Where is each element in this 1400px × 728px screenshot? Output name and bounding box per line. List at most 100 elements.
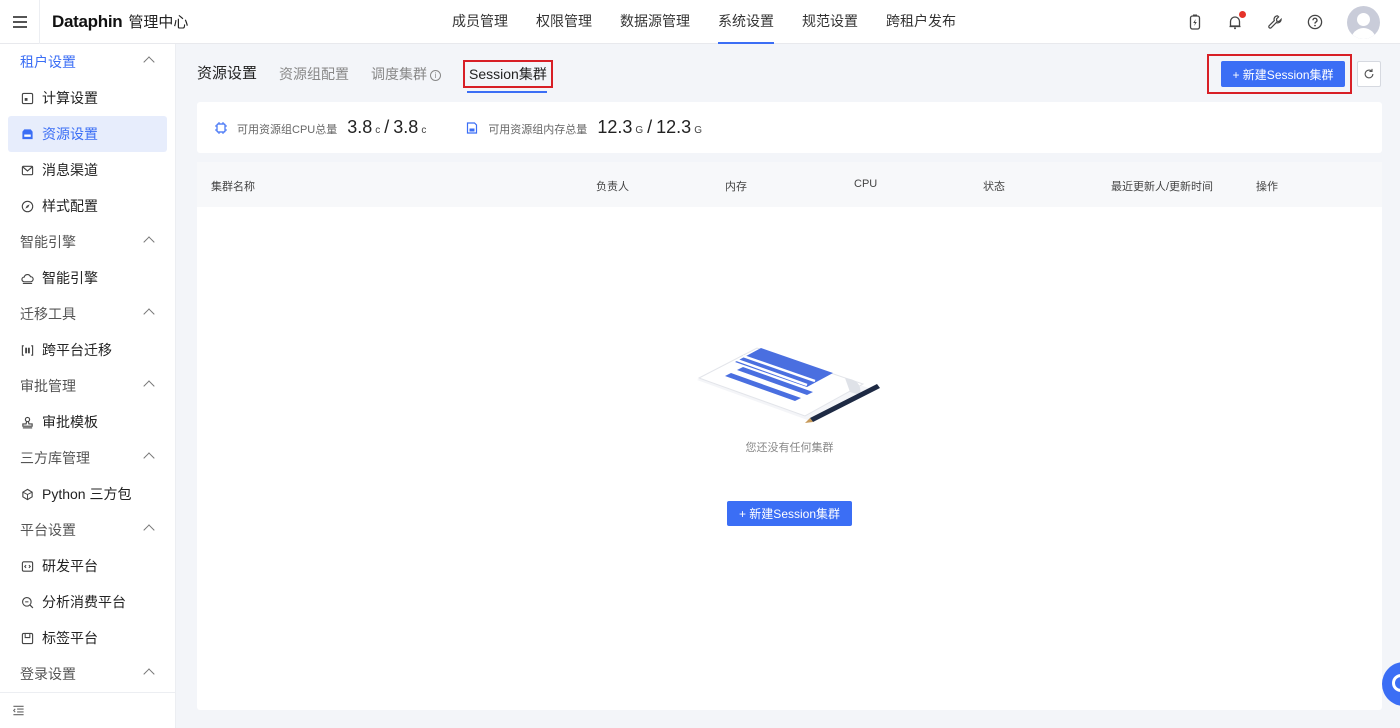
- bell-icon[interactable]: [1227, 11, 1246, 30]
- migrate-icon: [20, 343, 34, 357]
- cpu-label: 可用资源组CPU总量: [237, 124, 338, 136]
- tab-schedule-cluster[interactable]: 调度集群 i: [371, 58, 442, 92]
- memory-unit: G: [635, 125, 644, 136]
- sidebar-item-compute[interactable]: 计算设置: [8, 80, 167, 116]
- code-icon: [20, 559, 34, 573]
- mail-icon: [20, 163, 34, 177]
- tab-resource-settings[interactable]: 资源设置: [197, 58, 257, 92]
- col-status: 状态: [983, 181, 1005, 193]
- empty-state-text: 您还没有任何集群: [745, 442, 834, 454]
- sidebar-group-platform[interactable]: 平台设置: [0, 512, 175, 548]
- battery-bolt-icon[interactable]: [1187, 14, 1203, 30]
- collapse-sidebar-icon: [12, 705, 24, 716]
- sidebar-group-migration[interactable]: 迁移工具: [0, 296, 175, 332]
- nav-cross-tenant[interactable]: 跨租户发布: [886, 0, 956, 44]
- tab-resource-group-config[interactable]: 资源组配置: [279, 58, 349, 92]
- cpu-unit: c: [375, 125, 381, 136]
- header-tools: [1187, 0, 1400, 44]
- sidebar-item-label: Python 三方包: [42, 486, 132, 502]
- sidebar-item-label: 计算设置: [42, 90, 98, 106]
- sidebar-collapse[interactable]: [0, 692, 176, 728]
- group-label: 智能引擎: [20, 234, 76, 250]
- group-label: 三方库管理: [20, 450, 90, 466]
- memory-available: 12.3: [597, 117, 633, 137]
- memory-label: 可用资源组内存总量: [488, 124, 588, 136]
- sidebar: 租户设置 计算设置 资源设置 消息渠道 样式配置 智能引擎 智能引擎 迁移工具 …: [0, 44, 176, 728]
- chevron-up-icon: [143, 308, 155, 320]
- session-cluster-table: 集群名称 负责人 内存 CPU 状态 最近更新人/更新时间 操作 您还没有任何集…: [197, 162, 1382, 710]
- sidebar-group-engine[interactable]: 智能引擎: [0, 224, 175, 260]
- analysis-icon: [20, 595, 34, 609]
- top-bar: Dataphin 管理中心 成员管理 权限管理 数据源管理 系统设置 规范设置 …: [0, 0, 1400, 44]
- top-nav: 成员管理 权限管理 数据源管理 系统设置 规范设置 跨租户发布: [452, 0, 984, 44]
- col-cluster-name: 集群名称: [211, 181, 255, 193]
- nav-system-settings[interactable]: 系统设置: [718, 0, 774, 44]
- sidebar-item-python[interactable]: Python 三方包: [8, 476, 167, 512]
- notification-dot: [1239, 11, 1246, 18]
- new-session-cluster-button[interactable]: + 新建Session集群: [1221, 61, 1345, 87]
- chevron-up-icon: [143, 524, 155, 536]
- chevron-up-icon: [143, 236, 155, 248]
- floating-help-icon[interactable]: [1382, 662, 1400, 706]
- menu-icon[interactable]: [0, 0, 40, 44]
- sidebar-item-approval-template[interactable]: 审批模板: [8, 404, 167, 440]
- cpu-total: 3.8: [393, 117, 419, 137]
- compass-icon: [20, 199, 34, 213]
- memory-unit: G: [694, 125, 702, 136]
- col-last-updated: 最近更新人/更新时间: [1111, 181, 1214, 193]
- info-icon: i: [430, 70, 442, 81]
- sidebar-item-analysis-platform[interactable]: 分析消费平台: [8, 584, 167, 620]
- sidebar-item-message[interactable]: 消息渠道: [8, 152, 167, 188]
- col-owner: 负责人: [596, 181, 629, 193]
- cloud-icon: [20, 271, 34, 285]
- logo: Dataphin: [52, 11, 123, 31]
- nav-permissions[interactable]: 权限管理: [536, 0, 592, 44]
- sidebar-group-login[interactable]: 登录设置: [0, 656, 175, 692]
- sidebar-item-dev-platform[interactable]: 研发平台: [8, 548, 167, 584]
- tag-icon: [20, 631, 34, 645]
- resource-icon: [20, 127, 34, 141]
- stamp-icon: [20, 415, 34, 429]
- cpu-stat: 可用资源组CPU总量 3.8 c / 3.8 c: [215, 117, 430, 138]
- nav-datasource[interactable]: 数据源管理: [620, 0, 690, 44]
- refresh-icon: [1364, 68, 1374, 79]
- help-icon[interactable]: [1307, 14, 1323, 30]
- memory-icon: [467, 122, 478, 134]
- sidebar-item-label: 分析消费平台: [42, 594, 126, 610]
- nav-standards[interactable]: 规范设置: [802, 0, 858, 44]
- refresh-button[interactable]: [1357, 61, 1381, 87]
- nav-members[interactable]: 成员管理: [452, 0, 508, 44]
- cpu-unit: c: [421, 125, 427, 136]
- table-header: 集群名称 负责人 内存 CPU 状态 最近更新人/更新时间 操作: [197, 162, 1382, 207]
- sidebar-group-tenant[interactable]: 租户设置: [0, 44, 175, 80]
- col-actions: 操作: [1256, 181, 1278, 193]
- brand[interactable]: Dataphin 管理中心: [52, 11, 188, 32]
- resource-stats: 可用资源组CPU总量 3.8 c / 3.8 c 可用资源组内存总量 12.3 …: [197, 102, 1382, 153]
- sidebar-group-thirdparty[interactable]: 三方库管理: [0, 440, 175, 476]
- sidebar-item-label: 跨平台迁移: [42, 342, 112, 358]
- sidebar-item-resource[interactable]: 资源设置: [8, 116, 167, 152]
- sidebar-item-label: 消息渠道: [42, 162, 98, 178]
- memory-stat: 可用资源组内存总量 12.3 G / 12.3 G: [466, 117, 706, 138]
- sidebar-item-style[interactable]: 样式配置: [8, 188, 167, 224]
- group-label: 迁移工具: [20, 306, 76, 322]
- chevron-up-icon: [143, 668, 155, 680]
- col-memory: 内存: [725, 181, 747, 193]
- cpu-available: 3.8: [347, 117, 373, 137]
- wrench-icon[interactable]: [1267, 14, 1283, 30]
- sidebar-item-tag-platform[interactable]: 标签平台: [8, 620, 167, 656]
- calc-icon: [20, 91, 34, 105]
- tab-label: 调度集群: [371, 66, 428, 82]
- sidebar-item-engine[interactable]: 智能引擎: [8, 260, 167, 296]
- chevron-up-icon: [143, 452, 155, 464]
- user-avatar[interactable]: [1347, 5, 1380, 39]
- empty-new-session-button[interactable]: + 新建Session集群: [727, 501, 852, 526]
- sidebar-group-approval[interactable]: 审批管理: [0, 368, 175, 404]
- chevron-up-icon: [143, 56, 155, 68]
- sidebar-item-migration[interactable]: 跨平台迁移: [8, 332, 167, 368]
- new-session-highlight: + 新建Session集群: [1207, 54, 1352, 94]
- sidebar-item-label: 智能引擎: [42, 270, 98, 286]
- cpu-icon: [215, 122, 227, 134]
- tab-session-cluster[interactable]: Session集群: [463, 60, 553, 93]
- sidebar-item-label: 审批模板: [42, 414, 98, 430]
